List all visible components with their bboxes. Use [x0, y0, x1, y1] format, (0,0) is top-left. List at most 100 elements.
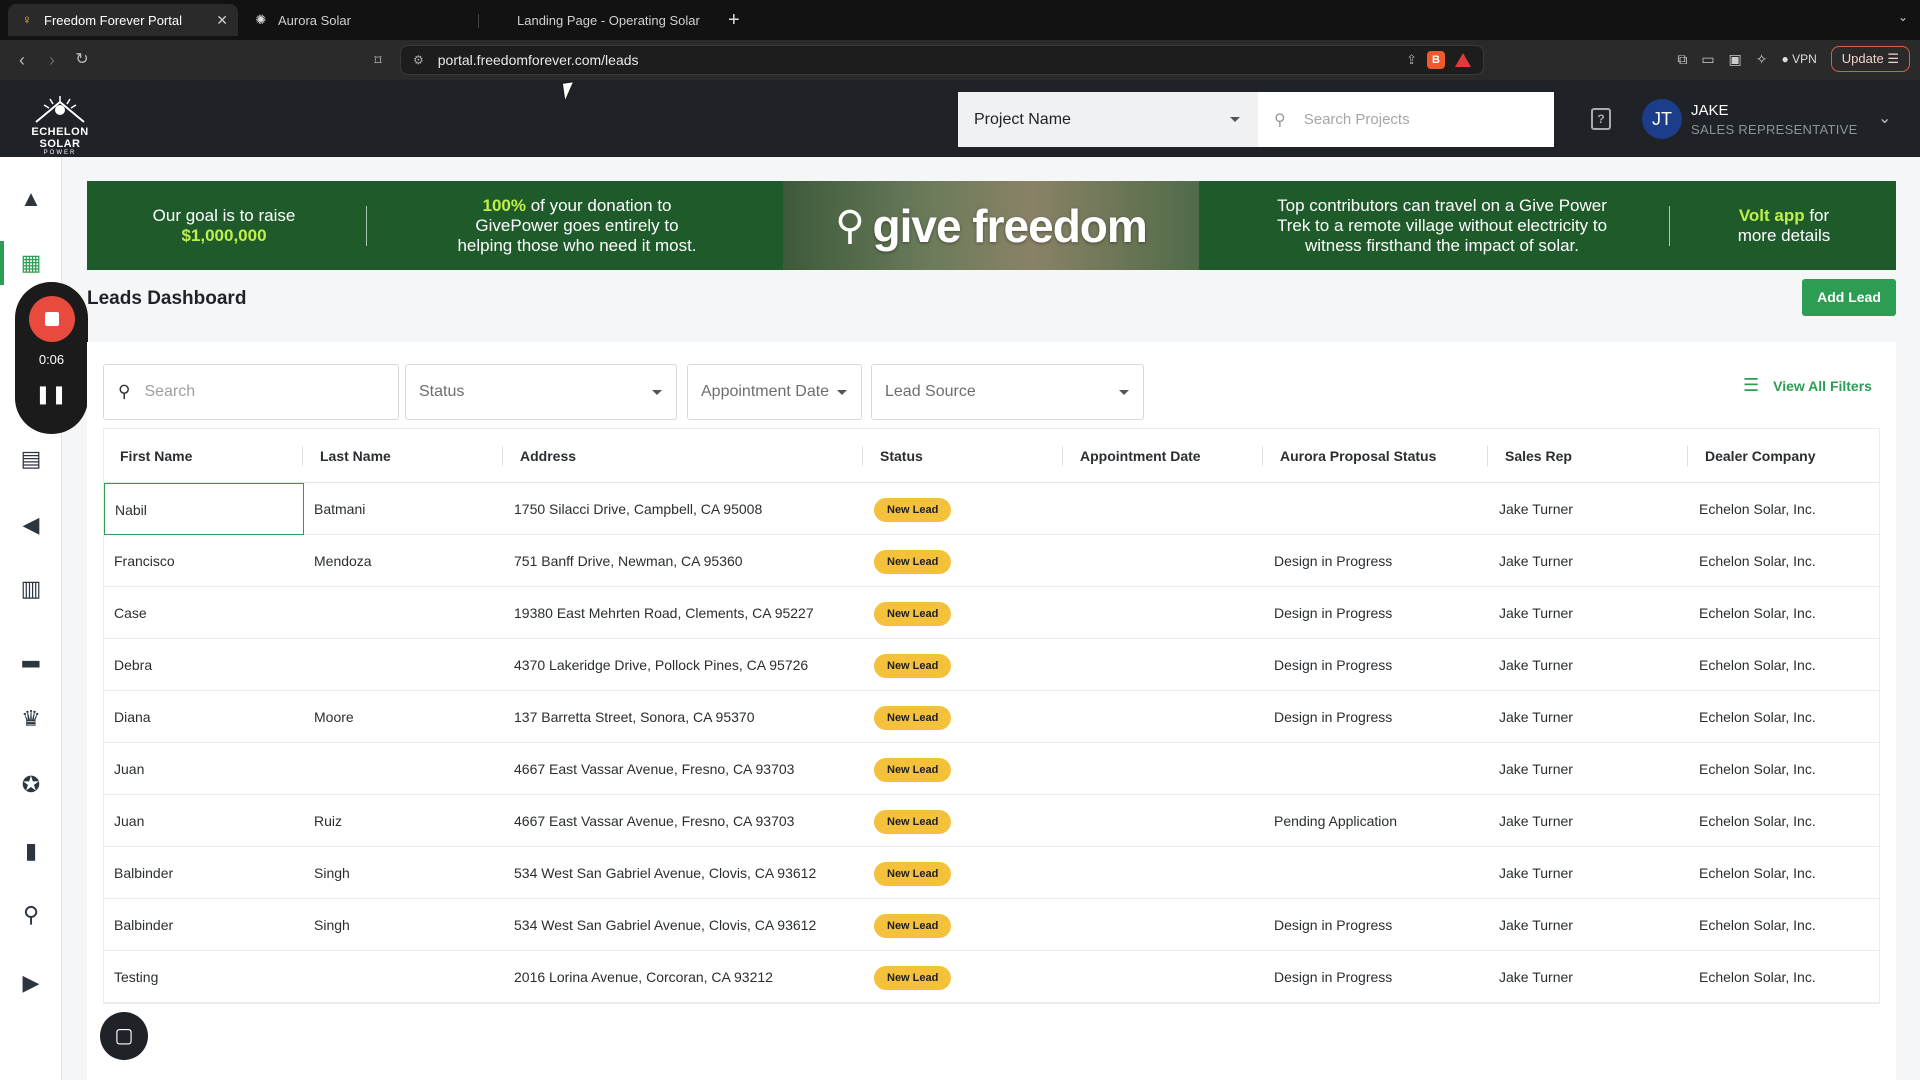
- address-bar[interactable]: ⚙ portal.freedomforever.com/leads ⇪ B: [400, 45, 1484, 75]
- add-lead-button[interactable]: Add Lead: [1802, 279, 1896, 316]
- cell-appointment-date[interactable]: [1064, 795, 1074, 847]
- cell-first-name[interactable]: Balbinder: [104, 899, 173, 951]
- cell-sales-rep[interactable]: Jake Turner: [1489, 639, 1573, 691]
- cell-last-name[interactable]: Moore: [304, 691, 354, 743]
- new-tab-button[interactable]: +: [728, 8, 740, 32]
- appointment-date-filter[interactable]: Appointment Date: [687, 364, 862, 420]
- table-row[interactable]: Debra 4370 Lakeridge Drive, Pollock Pines…: [104, 639, 1879, 691]
- wallet-icon[interactable]: ▣: [1729, 51, 1742, 68]
- cell-appointment-date[interactable]: [1064, 691, 1074, 743]
- table-row[interactable]: Balbinder Singh 534 West San Gabriel Avenu…: [104, 899, 1879, 951]
- alert-icon[interactable]: ▲: [0, 177, 62, 221]
- cell-aurora-proposal-status[interactable]: Pending Application: [1264, 795, 1397, 847]
- cell-address[interactable]: 751 Banff Drive, Newman, CA 95360: [504, 535, 743, 587]
- megaphone-icon[interactable]: ◀: [0, 503, 62, 547]
- cell-dealer-company[interactable]: Echelon Solar, Inc.: [1689, 535, 1816, 587]
- leo-ai-icon[interactable]: ✧: [1756, 51, 1768, 68]
- cell-aurora-proposal-status[interactable]: [1264, 743, 1274, 795]
- cell-dealer-company[interactable]: Echelon Solar, Inc.: [1689, 483, 1816, 535]
- cell-dealer-company[interactable]: Echelon Solar, Inc.: [1689, 899, 1816, 951]
- lead-source-filter[interactable]: Lead Source: [871, 364, 1144, 420]
- user-name[interactable]: JAKE: [1691, 102, 1729, 119]
- column-header-last-name[interactable]: Last Name: [304, 429, 391, 483]
- cell-first-name[interactable]: Francisco: [104, 535, 175, 587]
- update-button[interactable]: Update ☰: [1830, 46, 1910, 72]
- cell-dealer-company[interactable]: Echelon Solar, Inc.: [1689, 691, 1816, 743]
- cell-sales-rep[interactable]: Jake Turner: [1489, 535, 1573, 587]
- cell-appointment-date[interactable]: [1064, 847, 1074, 899]
- cell-appointment-date[interactable]: [1064, 899, 1074, 951]
- cell-first-name[interactable]: Juan: [104, 743, 144, 795]
- forward-icon[interactable]: ›: [40, 48, 64, 72]
- chevron-down-icon[interactable]: ⌄: [1878, 108, 1891, 128]
- tab-aurora-solar[interactable]: ✺ Aurora Solar: [242, 4, 472, 36]
- extensions-icon[interactable]: ⧉: [1677, 51, 1687, 68]
- brave-rewards-icon[interactable]: [1455, 53, 1471, 67]
- calendar-icon[interactable]: ▦: [0, 241, 62, 285]
- trophy-icon[interactable]: ♛: [0, 697, 62, 741]
- cell-address[interactable]: 1750 Silacci Drive, Campbell, CA 95008: [504, 483, 762, 535]
- cell-status[interactable]: New Lead: [864, 639, 952, 691]
- cell-dealer-company[interactable]: Echelon Solar, Inc.: [1689, 847, 1816, 899]
- cell-aurora-proposal-status[interactable]: Design in Progress: [1264, 691, 1392, 743]
- cell-address[interactable]: 4667 East Vassar Avenue, Fresno, CA 9370…: [504, 743, 794, 795]
- cell-dealer-company[interactable]: Echelon Solar, Inc.: [1689, 639, 1816, 691]
- bookmark-icon[interactable]: ⌑: [366, 48, 390, 72]
- cell-sales-rep[interactable]: Jake Turner: [1489, 691, 1573, 743]
- search-icon[interactable]: ⚲: [0, 893, 62, 937]
- help-icon[interactable]: ?: [1591, 108, 1611, 130]
- cell-dealer-company[interactable]: Echelon Solar, Inc.: [1689, 587, 1816, 639]
- cell-status[interactable]: New Lead: [864, 691, 952, 743]
- share-icon[interactable]: ⇪: [1406, 52, 1417, 68]
- cell-sales-rep[interactable]: Jake Turner: [1489, 899, 1573, 951]
- table-row[interactable]: Testing 2016 Lorina Avenue, Corcoran, CA …: [104, 951, 1879, 1003]
- url-text[interactable]: portal.freedomforever.com/leads: [438, 52, 639, 68]
- column-header-aurora-proposal-status[interactable]: Aurora Proposal Status: [1264, 429, 1436, 483]
- pause-icon[interactable]: ❚❚: [15, 384, 88, 405]
- cell-aurora-proposal-status[interactable]: Design in Progress: [1264, 951, 1392, 1003]
- cell-appointment-date[interactable]: [1064, 483, 1074, 535]
- cell-appointment-date[interactable]: [1064, 535, 1074, 587]
- cell-appointment-date[interactable]: [1064, 639, 1074, 691]
- cell-aurora-proposal-status[interactable]: [1264, 847, 1274, 899]
- column-header-dealer-company[interactable]: Dealer Company: [1689, 429, 1815, 483]
- cell-status[interactable]: New Lead: [864, 899, 952, 951]
- cell-sales-rep[interactable]: Jake Turner: [1489, 795, 1573, 847]
- cell-first-name[interactable]: Debra: [104, 639, 152, 691]
- cell-last-name[interactable]: [304, 951, 314, 1003]
- cell-last-name[interactable]: Ruiz: [304, 795, 342, 847]
- map-icon[interactable]: ▥: [0, 567, 62, 611]
- table-row[interactable]: Case 19380 East Mehrten Road, Clements, C…: [104, 587, 1879, 639]
- close-tab-icon[interactable]: ✕: [216, 12, 228, 29]
- table-row[interactable]: Balbinder Singh 534 West San Gabriel Avenu…: [104, 847, 1879, 899]
- cell-last-name[interactable]: Mendoza: [304, 535, 372, 587]
- cell-address[interactable]: 534 West San Gabriel Avenue, Clovis, CA …: [504, 847, 816, 899]
- table-row[interactable]: Francisco Mendoza 751 Banff Drive, Newman,…: [104, 535, 1879, 587]
- cell-first-name[interactable]: Diana: [104, 691, 151, 743]
- chat-support-icon[interactable]: ▢: [100, 1012, 148, 1060]
- echelon-solar-logo[interactable]: ECHELON SOLAR POWER: [20, 94, 100, 156]
- cell-dealer-company[interactable]: Echelon Solar, Inc.: [1689, 951, 1816, 1003]
- cell-status[interactable]: New Lead: [864, 847, 952, 899]
- table-row[interactable]: Juan 4667 East Vassar Avenue, Fresno, CA …: [104, 743, 1879, 795]
- avatar[interactable]: JT: [1642, 99, 1682, 139]
- cell-first-name[interactable]: Testing: [104, 951, 158, 1003]
- video-icon[interactable]: ▶: [0, 961, 62, 1005]
- cell-first-name[interactable]: Balbinder: [104, 847, 173, 899]
- back-icon[interactable]: ‹: [10, 48, 34, 72]
- cell-sales-rep[interactable]: Jake Turner: [1489, 483, 1573, 535]
- status-filter[interactable]: Status: [405, 364, 677, 420]
- cell-first-name[interactable]: Juan: [104, 795, 144, 847]
- table-row[interactable]: Diana Moore 137 Barretta Street, Sonora, C…: [104, 691, 1879, 743]
- cell-last-name[interactable]: Batmani: [304, 483, 365, 535]
- contacts-icon[interactable]: ▤: [0, 437, 62, 481]
- column-header-appointment-date[interactable]: Appointment Date: [1064, 429, 1201, 483]
- brave-shield-icon[interactable]: B: [1427, 51, 1445, 69]
- cell-aurora-proposal-status[interactable]: Design in Progress: [1264, 899, 1392, 951]
- leads-search-input[interactable]: [144, 383, 375, 401]
- cell-address[interactable]: 534 West San Gabriel Avenue, Clovis, CA …: [504, 899, 816, 951]
- cell-sales-rep[interactable]: Jake Turner: [1489, 847, 1573, 899]
- cell-aurora-proposal-status[interactable]: Design in Progress: [1264, 587, 1392, 639]
- project-search-input[interactable]: [1303, 111, 1524, 128]
- cell-address[interactable]: 137 Barretta Street, Sonora, CA 95370: [504, 691, 755, 743]
